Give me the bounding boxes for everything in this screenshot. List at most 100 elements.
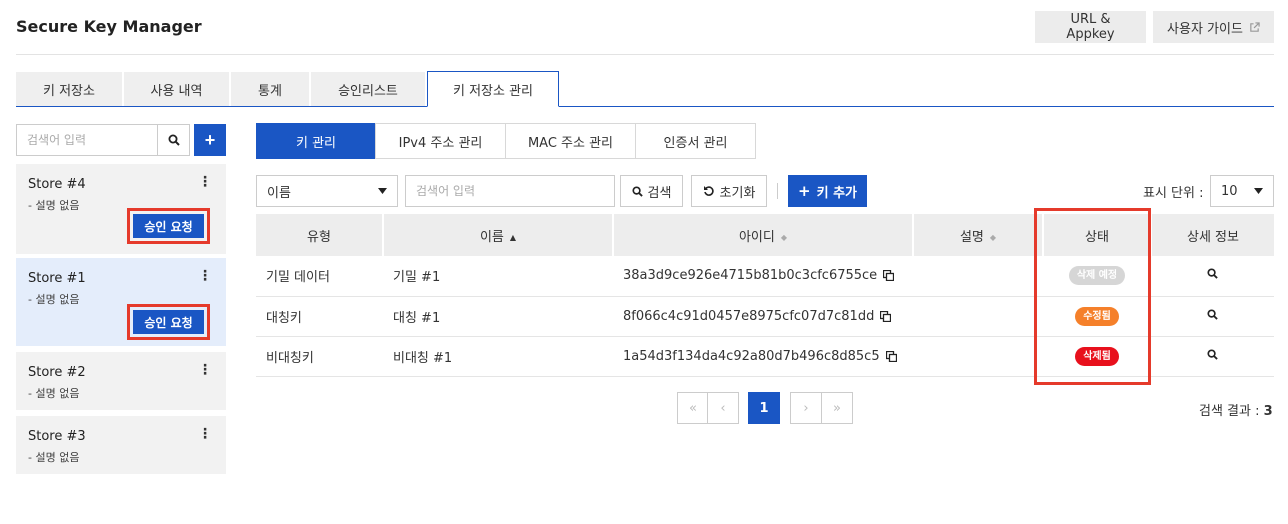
- more-vertical-icon[interactable]: ⋮: [198, 427, 212, 441]
- reset-button-label: 초기화: [719, 185, 756, 201]
- add-key-button[interactable]: + 키 추가: [788, 175, 867, 207]
- status-badge: 수정됨: [1075, 306, 1119, 326]
- page-prev-button[interactable]: ‹: [707, 392, 739, 424]
- page-next-button[interactable]: ›: [790, 392, 822, 424]
- store-search-input[interactable]: [16, 124, 158, 156]
- column-header-desc[interactable]: 설명 ◆: [913, 214, 1044, 256]
- tab-approval-list[interactable]: 승인리스트: [311, 72, 425, 107]
- more-vertical-icon[interactable]: ⋮: [198, 363, 212, 377]
- subtab-label: MAC 주소 관리: [527, 135, 614, 151]
- subtab-key-management[interactable]: 키 관리: [256, 123, 376, 159]
- status-badge: 삭제됨: [1075, 346, 1119, 366]
- column-header-name[interactable]: 이름 ▲: [383, 214, 614, 256]
- reset-button[interactable]: 초기화: [691, 175, 767, 207]
- tab-label: 사용 내역: [150, 84, 203, 99]
- store-name: Store #3: [28, 429, 86, 444]
- store-desc: - 설명 없음: [28, 199, 80, 212]
- tab-label: 키 저장소: [43, 84, 95, 99]
- approve-highlight: 승인 요청: [127, 208, 210, 244]
- tab-label: 승인리스트: [338, 84, 398, 99]
- table-row[interactable]: 대칭키 대칭 #1 8f066c4c91d0457e8975cfc07d7c81…: [256, 296, 1274, 337]
- more-vertical-icon[interactable]: ⋮: [198, 175, 212, 189]
- page-last-button[interactable]: »: [821, 392, 853, 424]
- table-row[interactable]: 기밀 데이터 기밀 #1 38a3d9ce926e4715b81b0c3cfc6…: [256, 256, 1274, 297]
- external-link-icon: [1250, 21, 1260, 32]
- cell-status: 삭제됨: [1043, 336, 1151, 377]
- tab-label: 통계: [258, 84, 282, 99]
- caret-down-icon: [1254, 188, 1263, 194]
- caret-down-icon: [378, 188, 387, 194]
- cell-detail: [1151, 296, 1274, 337]
- store-item-3[interactable]: Store #3 - 설명 없음 ⋮: [16, 416, 226, 474]
- column-header-detail: 상세 정보: [1151, 214, 1274, 256]
- result-label: 검색 결과 :: [1199, 404, 1260, 419]
- store-search-button[interactable]: [157, 124, 190, 156]
- store-item-2[interactable]: Store #2 - 설명 없음 ⋮: [16, 352, 226, 410]
- approve-request-button[interactable]: 승인 요청: [133, 310, 204, 334]
- tab-key-store[interactable]: 키 저장소: [16, 72, 122, 107]
- user-guide-button[interactable]: 사용자 가이드: [1153, 11, 1274, 43]
- copy-icon[interactable]: [883, 270, 895, 282]
- cell-detail: [1151, 336, 1274, 377]
- subtab-ipv4-management[interactable]: IPv4 주소 관리: [375, 123, 506, 159]
- page-size-select[interactable]: 10: [1210, 175, 1274, 207]
- subtab-mac-management[interactable]: MAC 주소 관리: [505, 123, 636, 159]
- user-guide-label: 사용자 가이드: [1167, 21, 1243, 37]
- store-desc: - 설명 없음: [28, 293, 80, 306]
- page-size-label: 표시 단위 :: [1143, 186, 1204, 201]
- search-icon: [631, 185, 643, 197]
- cell-desc: [913, 256, 1043, 297]
- add-store-button[interactable]: +: [194, 124, 226, 156]
- page-1-button[interactable]: 1: [748, 392, 780, 424]
- plus-icon: +: [798, 182, 811, 200]
- column-header-id[interactable]: 아이디 ◆: [613, 214, 914, 256]
- sort-icon: ◆: [780, 232, 788, 242]
- cell-detail: [1151, 256, 1274, 297]
- cell-status: 삭제 예정: [1043, 256, 1151, 297]
- search-button-label: 검색: [647, 185, 672, 201]
- url-appkey-button[interactable]: URL & Appkey: [1035, 11, 1146, 43]
- search-icon[interactable]: [1207, 268, 1218, 279]
- search-icon[interactable]: [1207, 348, 1218, 360]
- column-header-type: 유형: [256, 214, 384, 256]
- search-button[interactable]: 검색: [620, 175, 683, 207]
- cell-status: 수정됨: [1043, 296, 1151, 337]
- result-count: 3: [1263, 404, 1273, 419]
- store-name: Store #1: [28, 271, 86, 286]
- copy-icon[interactable]: [885, 350, 897, 362]
- search-field-select[interactable]: 이름: [256, 175, 398, 207]
- column-header-status: 상태: [1043, 214, 1152, 256]
- store-desc: - 설명 없음: [28, 387, 80, 400]
- status-badge: 삭제 예정: [1068, 266, 1126, 286]
- sort-icon: ▲: [509, 232, 517, 242]
- key-search-input[interactable]: [405, 175, 615, 207]
- tab-statistics[interactable]: 통계: [231, 72, 309, 107]
- subtab-label: 키 관리: [295, 135, 336, 151]
- cell-name: 기밀 #1: [383, 256, 613, 297]
- cell-name: 대칭 #1: [383, 296, 613, 337]
- cell-id: 38a3d9ce926e4715b81b0c3cfc6755ce: [613, 256, 913, 297]
- store-item-1[interactable]: Store #1 - 설명 없음 ⋮ 승인 요청: [16, 258, 226, 346]
- cell-type: 비대칭키: [256, 336, 383, 377]
- cell-desc: [913, 296, 1043, 337]
- subtab-certificate-management[interactable]: 인증서 관리: [635, 123, 756, 159]
- app-title: Secure Key Manager: [16, 17, 202, 36]
- store-item-4[interactable]: Store #4 - 설명 없음 ⋮ 승인 요청: [16, 164, 226, 254]
- page-first-button[interactable]: «: [677, 392, 709, 424]
- tab-usage-history[interactable]: 사용 내역: [124, 72, 229, 107]
- table-row[interactable]: 비대칭키 비대칭 #1 1a54d3f134da4c92a80d7b496c8d…: [256, 336, 1274, 377]
- tab-key-store-management[interactable]: 키 저장소 관리: [427, 71, 559, 107]
- approve-highlight: 승인 요청: [127, 304, 210, 340]
- cell-id: 8f066c4c91d0457e8975cfc07d7c81dd: [613, 296, 913, 337]
- search-result-count: 검색 결과 : 3: [1199, 400, 1273, 419]
- url-appkey-label: URL & Appkey: [1066, 12, 1115, 42]
- table-header-row: 유형 이름 ▲ 아이디 ◆ 설명 ◆ 상태 상세 정보: [256, 214, 1274, 256]
- cell-type: 기밀 데이터: [256, 256, 383, 297]
- sort-icon: ◆: [989, 232, 997, 242]
- copy-icon[interactable]: [880, 310, 892, 322]
- cell-name: 비대칭 #1: [383, 336, 613, 377]
- more-vertical-icon[interactable]: ⋮: [198, 269, 212, 283]
- approve-request-button[interactable]: 승인 요청: [133, 214, 204, 238]
- key-table: 유형 이름 ▲ 아이디 ◆ 설명 ◆ 상태 상세 정보 기밀 데이터 기밀 #1 38…: [256, 214, 1274, 377]
- search-icon[interactable]: [1207, 308, 1218, 320]
